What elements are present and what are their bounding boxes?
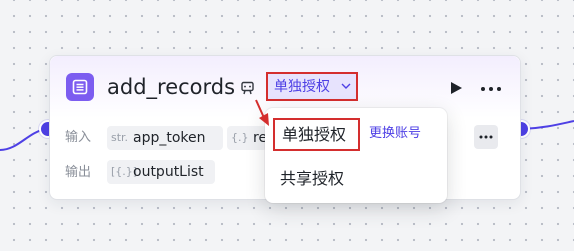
switch-account-link[interactable]: 更换账号 <box>369 125 421 143</box>
menu-option-shared-auth[interactable]: 共享授权 <box>273 164 439 194</box>
param-name: app_token <box>133 130 206 146</box>
param-name: outputList <box>133 164 204 180</box>
annotation-arrow <box>255 99 269 126</box>
input-param-chip: str. app_token <box>107 126 223 150</box>
outputs-label: 输出 <box>65 165 92 180</box>
auth-mode-menu: 单独授权 更换账号 共享授权 <box>265 108 447 203</box>
menu-option-individual-auth[interactable]: 单独授权 <box>273 118 360 151</box>
output-param-chip: [{.}] outputList <box>107 160 215 184</box>
list-app-icon <box>66 73 94 101</box>
auth-mode-dropdown[interactable]: 单独授权 <box>266 72 358 101</box>
menu-option-label: 共享授权 <box>280 169 345 188</box>
node-title: add_records <box>107 75 236 99</box>
inputs-label: 输入 <box>65 130 92 145</box>
param-type: {.} <box>231 131 249 144</box>
auth-mode-label: 单独授权 <box>274 79 330 95</box>
edit-icon[interactable] <box>240 81 255 96</box>
more-params-button[interactable] <box>474 125 498 149</box>
more-icon[interactable] <box>480 86 502 92</box>
chevron-down-icon <box>341 83 351 89</box>
input-param-chip: {.} re <box>227 126 267 150</box>
param-type: str. <box>111 131 129 144</box>
run-icon[interactable] <box>449 81 463 95</box>
menu-option-label: 单独授权 <box>282 125 347 144</box>
